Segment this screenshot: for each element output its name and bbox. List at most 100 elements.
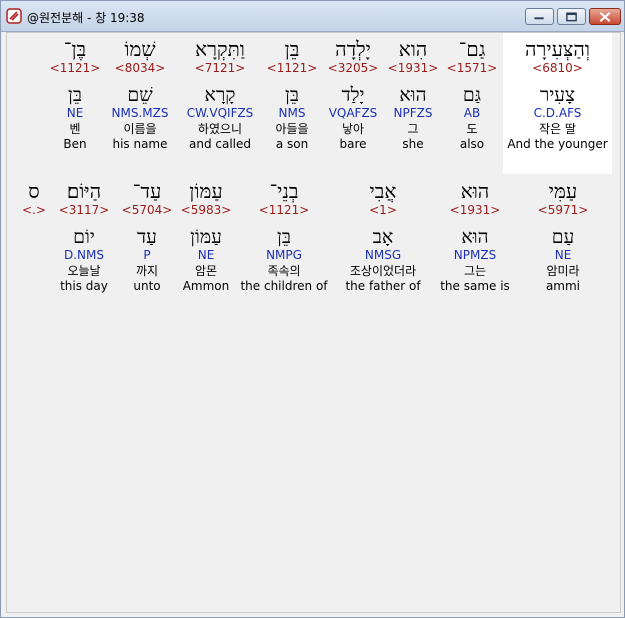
korean-gloss: 낳아 [341,122,365,136]
english-gloss: this day [60,279,108,293]
hebrew-word: אֲבִי [369,179,397,203]
word-1-6[interactable]: וַתִּקְרָא <7121> קָרָא CW.VQIFZS 하였으니 a… [177,37,263,152]
english-gloss: the father of [345,279,421,293]
strong-number[interactable]: <1> [337,203,429,218]
english-gloss: she [402,137,424,151]
hebrew-root: הוּא [399,84,427,106]
hebrew-root: יוֹם [73,226,95,248]
hebrew-root: עַמּוֹן [190,226,222,248]
parsing-code: D.NMS [63,248,104,262]
hebrew-word: יָלְדָה [335,37,371,61]
strong-number[interactable]: <5704> [121,203,173,218]
korean-gloss: 오늘날 [67,264,101,278]
word-1-4[interactable]: יָלְדָה <3205> יָלַד VQAFZS 낳아 bare [321,37,385,152]
word-1-3[interactable]: הִוא <1931> הוּא NPFZS 그 she [385,37,441,152]
strong-number[interactable]: <3205> [321,61,385,76]
hebrew-word: עַמִּי [548,179,578,203]
english-gloss: his name [112,137,168,151]
strong-number[interactable]: <1121> [237,203,331,218]
hebrew-root: צָעִיר [539,84,576,106]
close-button[interactable] [589,8,621,25]
parsing-code: CW.VQIFZS [186,106,254,120]
hebrew-word: בֶּן־ [63,37,87,61]
word-1-2[interactable]: גַם־ <1571> גַּם AB 도 also [441,37,503,152]
korean-gloss: 까지 [135,264,159,278]
word-1-1[interactable]: וְהַצְּעִירָה <6810> צָעִיר C.D.AFS 작은 딸… [503,37,612,152]
hebrew-word: שְׁמוֹ [124,37,156,61]
word-2-1[interactable]: עַמִּי <5971> עַם NE 암미라 ammi [531,179,595,294]
title-bar[interactable]: @원전분해 - 창 19:38 [1,1,624,32]
word-2-2[interactable]: הוּא <1931> הוּא NPMZS 그는 the same is [435,179,515,294]
english-gloss: And the younger [507,137,608,151]
strong-number[interactable]: <5971> [531,203,595,218]
english-gloss: a son [275,137,309,151]
minimize-icon [534,17,544,20]
parsing-code: NMS.MZS [111,106,169,120]
hebrew-word: הוּא [460,179,490,203]
hebrew-word: עַד־ [132,179,162,203]
hebrew-root: עַם [551,226,575,248]
strong-number[interactable]: <3117> [51,203,117,218]
hebrew-word: בֵּן [284,37,300,61]
hebrew-root: יָלַד [341,84,365,106]
parsing-code: AB [463,106,481,120]
word-2-6[interactable]: עַד־ <5704> עַד P 까지 unto [121,179,173,294]
parsing-code: NPMZS [453,248,497,262]
hebrew-root: גַּם [462,84,482,106]
hebrew-root: בֵּן [277,226,291,248]
english-gloss: bare [339,137,367,151]
hebrew-root: עַד [137,226,157,248]
word-1-8[interactable]: בֶּן־ <1121> בֵּן NE 벤 Ben [47,37,103,152]
english-gloss: Ammon [182,279,230,293]
parsing-code: P [143,248,151,262]
parsing-code: C.D.AFS [533,106,582,120]
hebrew-word: בְנֵי־ [269,179,299,203]
strong-number[interactable]: <5983> [177,203,235,218]
hebrew-root: בֵּן [68,84,82,106]
english-gloss: ammi [545,279,581,293]
parsing-code: NMPG [266,248,302,262]
strong-number[interactable]: <1571> [441,61,503,76]
parsing-code: NE [197,248,215,262]
english-gloss: the same is [440,279,510,293]
parsing-code: NPFZS [393,106,433,120]
strong-number[interactable]: <7121> [177,61,263,76]
korean-gloss: 족속의 [267,264,301,278]
hebrew-word: הַיּוֹם׃ [66,179,102,203]
hebrew-word: גַם־ [458,37,486,61]
english-gloss: Ben [63,137,87,151]
word-2-8-section-mark[interactable]: ס <.> [19,179,49,218]
korean-gloss: 하였으니 [197,122,243,136]
korean-gloss: 작은 딸 [539,122,576,136]
word-2-7[interactable]: הַיּוֹם׃ <3117> יוֹם D.NMS 오늘날 this day [51,179,117,294]
word-2-4[interactable]: בְנֵי־ <1121> בֵּן NMPG 족속의 the children… [237,179,331,294]
verse-analysis-pane[interactable]: וְהַצְּעִירָה <6810> צָעִיר C.D.AFS 작은 딸… [6,32,621,613]
strong-number[interactable]: <1121> [263,61,321,76]
app-logo-icon [6,8,22,24]
english-gloss: and called [188,137,251,151]
word-2-5[interactable]: עַמּוֹן <5983> עַמּוֹן NE 암몬 Ammon [177,179,235,294]
korean-gloss: 암미라 [546,264,580,278]
strong-number[interactable]: <8034> [103,61,177,76]
minimize-button[interactable] [525,8,554,25]
parsing-code: NMS [278,106,306,120]
setuma-mark: ס [28,179,40,203]
english-gloss: also [459,137,485,151]
strong-number[interactable]: <1931> [385,61,441,76]
korean-gloss: 조상이었더라 [349,264,417,278]
window-title: @원전분해 - 창 19:38 [27,11,145,25]
strong-number: <.> [22,203,46,217]
english-gloss: the children of [240,279,328,293]
word-1-5[interactable]: בֵּן <1121> בֵּן NMS 아들을 a son [263,37,321,152]
strong-number[interactable]: <1121> [47,61,103,76]
strong-number[interactable]: <1931> [435,203,515,218]
korean-gloss: 아들을 [275,122,309,136]
korean-gloss: 도 [466,122,478,136]
korean-gloss: 암몬 [194,264,218,278]
strong-number[interactable]: <6810> [503,61,612,76]
korean-gloss: 그 [407,122,419,136]
word-1-7[interactable]: שְׁמוֹ <8034> שֵׁם NMS.MZS 이름을 his name [103,37,177,152]
parsing-code: NE [554,248,572,262]
maximize-button[interactable] [557,8,586,25]
word-2-3[interactable]: אֲבִי <1> אָב NMSG 조상이었더라 the father of [337,179,429,294]
